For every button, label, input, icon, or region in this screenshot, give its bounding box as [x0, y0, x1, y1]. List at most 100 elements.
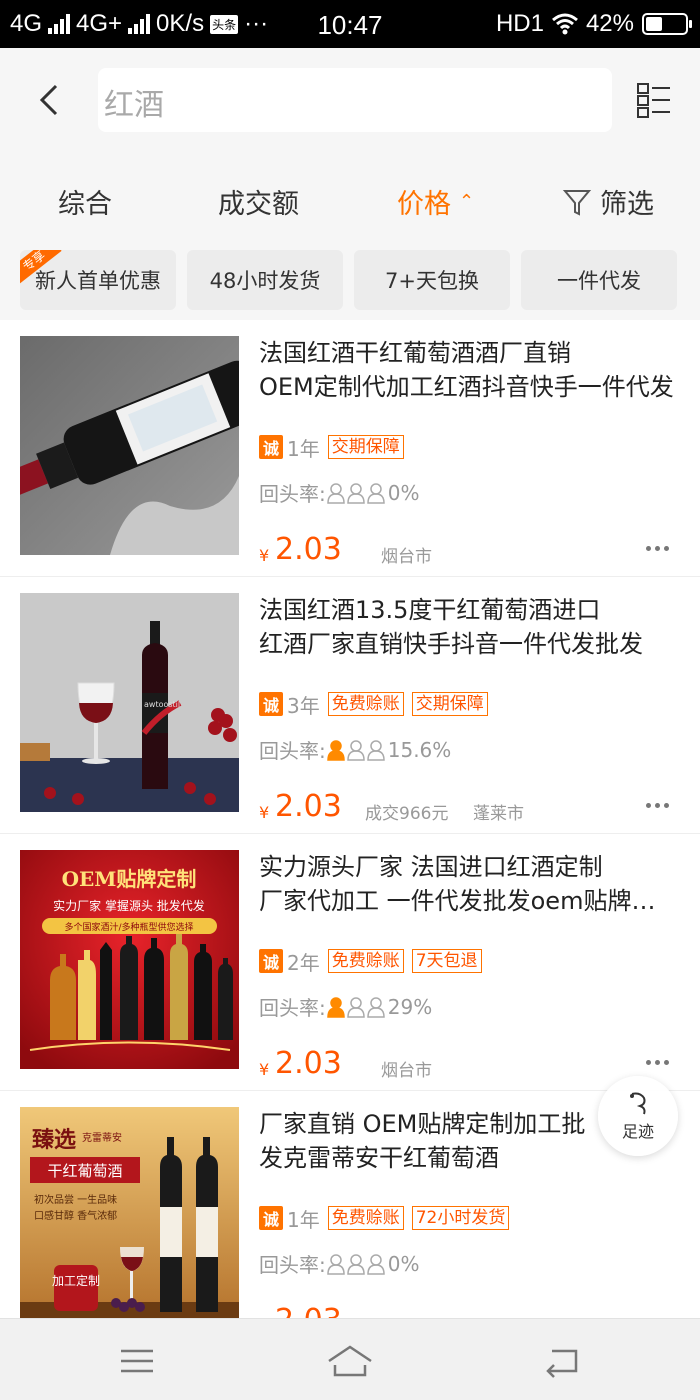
person-icon: [326, 1253, 345, 1275]
oem-banner-image: OEM贴牌定制 实力厂家 掌握源头 批发代发 多个国家酒汁/多种瓶型供您选择: [20, 850, 239, 1069]
promo-title: 臻选: [32, 1127, 76, 1153]
list-item[interactable]: 法国红酒干红葡萄酒酒厂直销 OEM定制代加工红酒抖音快手一件代发 诚 1年 交期…: [0, 320, 700, 577]
menu-icon[interactable]: [112, 1341, 162, 1381]
product-title[interactable]: 实力源头厂家 法国进口红酒定制 厂家代加工 一件代发批发oem贴牌定制: [259, 850, 679, 918]
chip-label: 新人首单优惠: [35, 269, 161, 293]
tab-filter[interactable]: 筛选: [562, 182, 654, 221]
banner-subtitle: 实力厂家 掌握源头 批发代发: [53, 898, 205, 913]
product-image[interactable]: OEM贴牌定制 实力厂家 掌握源头 批发代发 多个国家酒汁/多种瓶型供您选择: [20, 850, 239, 1069]
status-right: HD1 42%: [496, 10, 692, 38]
repeat-value: 29%: [387, 994, 433, 1019]
price: 2.03: [275, 1303, 342, 1318]
price: 2.03: [275, 1046, 342, 1081]
promo-line: 口感甘醇 香气浓郁: [34, 1209, 117, 1222]
service-tag: 7天包退: [411, 949, 482, 973]
person-icon: [366, 996, 385, 1018]
promo-subtitle: 干红葡萄酒: [47, 1162, 122, 1180]
repeat-people-icon: [326, 996, 386, 1018]
battery-icon: [642, 13, 692, 35]
repeat-label: 回头率:: [259, 996, 326, 1020]
product-image[interactable]: 臻选 克雷蒂安 干红葡萄酒 初次品尝 一生品味 口感甘醇 香气浓郁 加工定制: [20, 1107, 239, 1318]
status-bar: 4G 4G+ 0K/s 头条 ··· 10:47 HD1 42%: [0, 0, 700, 48]
return-icon[interactable]: [538, 1341, 588, 1381]
tab-price[interactable]: 价格 ⌃: [397, 182, 474, 221]
sort-tabs: 综合 成交额 价格 ⌃ 筛选: [0, 172, 700, 228]
list-item[interactable]: OEM贴牌定制 实力厂家 掌握源头 批发代发 多个国家酒汁/多种瓶型供您选择 实…: [0, 834, 700, 1091]
chip-label: 7+天包换: [385, 269, 479, 293]
repeat-label: 回头率:: [259, 1253, 326, 1277]
battery-percent: 42%: [585, 10, 634, 37]
product-image[interactable]: [20, 336, 239, 555]
repeat-value: 15.6%: [387, 737, 452, 762]
person-icon: [346, 996, 365, 1018]
service-tag: 免费赊账: [327, 1206, 404, 1230]
person-icon: [346, 1253, 365, 1275]
search-input[interactable]: 红酒: [98, 68, 612, 132]
chip-label: 一件代发: [557, 269, 641, 293]
integrity-badge: 诚: [259, 692, 283, 716]
title-line: 厂家代加工 一件代发批发oem贴牌定制: [259, 887, 679, 915]
more-icon[interactable]: [646, 803, 669, 808]
wifi-icon: [551, 13, 578, 35]
product-title[interactable]: 法国红酒干红葡萄酒酒厂直销 OEM定制代加工红酒抖音快手一件代发: [259, 336, 679, 404]
price-row: ¥ 2.03 烟台市: [259, 532, 679, 568]
repeat-people-icon: [326, 739, 386, 761]
search-header: 红酒 综合 成交额 价格 ⌃ 筛选 专享 新人首单优惠 48小时发货 7+天包换…: [0, 48, 700, 320]
tab-label: 成交额: [218, 189, 299, 220]
list-view-icon[interactable]: [636, 82, 672, 118]
banner-note: 多个国家酒汁/多种瓶型供您选择: [64, 921, 193, 933]
supplier-badges: 诚 1年 交期保障: [259, 434, 404, 461]
person-icon: [366, 1253, 385, 1275]
footprint-icon: [630, 1092, 646, 1115]
tab-transaction[interactable]: 成交额: [218, 182, 299, 221]
price: 2.03: [275, 532, 342, 567]
footprint-button[interactable]: 足迹: [598, 1076, 678, 1156]
tab-label: 价格: [397, 189, 451, 220]
person-icon: [366, 482, 385, 504]
tab-comprehensive[interactable]: 综合: [58, 182, 112, 221]
person-icon: [326, 996, 345, 1018]
service-tag: 免费赊账: [327, 949, 404, 973]
product-title[interactable]: 法国红酒13.5度干红葡萄酒进口 红酒厂家直销快手抖音一件代发批发: [259, 593, 679, 661]
repeat-people-icon: [326, 1253, 386, 1275]
location: 烟台市: [381, 1061, 432, 1081]
supplier-years: 1年: [287, 436, 320, 461]
title-line: 实力源头厂家 法国进口红酒定制: [259, 853, 603, 881]
repeat-value: 0%: [387, 480, 420, 505]
currency-symbol: ¥: [259, 546, 270, 565]
back-chevron-icon[interactable]: [28, 78, 72, 122]
currency-symbol: ¥: [259, 1060, 270, 1079]
supplier-years: 3年: [287, 693, 320, 718]
footprint-label: 足迹: [621, 1122, 654, 1141]
sort-up-icon: ⌃: [459, 191, 475, 212]
more-icon[interactable]: [646, 1060, 669, 1065]
person-icon: [326, 482, 345, 504]
list-item[interactable]: awtoostil 法国红酒13.5度干红葡萄酒进口 红酒厂家直销快手抖音一件代…: [0, 577, 700, 834]
wine-promo-image: 臻选 克雷蒂安 干红葡萄酒 初次品尝 一生品味 口感甘醇 香气浓郁 加工定制: [20, 1107, 239, 1318]
currency-symbol: ¥: [259, 803, 270, 822]
promo-line: 初次品尝 一生品味: [34, 1193, 117, 1206]
list-item[interactable]: 臻选 克雷蒂安 干红葡萄酒 初次品尝 一生品味 口感甘醇 香气浓郁 加工定制 厂…: [0, 1091, 700, 1318]
chip-7day-exchange[interactable]: 7+天包换: [354, 250, 510, 310]
price-row: ¥ 2.03 烟台市: [259, 1046, 679, 1082]
chip-dropship[interactable]: 一件代发: [521, 250, 677, 310]
repeat-value: 0%: [387, 1251, 420, 1276]
banner-title: OEM贴牌定制: [62, 867, 197, 891]
product-image[interactable]: awtoostil: [20, 593, 239, 812]
supplier-years: 1年: [287, 1207, 320, 1232]
chip-label: 48小时发货: [209, 269, 321, 293]
price-row: ¥ 2.03 成交966元 蓬莱市: [259, 789, 679, 825]
home-icon[interactable]: [325, 1341, 375, 1381]
more-icon[interactable]: [646, 546, 669, 551]
price-row: ¥ 2.03: [259, 1303, 679, 1318]
chip-new-user[interactable]: 专享 新人首单优惠: [20, 250, 176, 310]
deal-volume: 成交966元: [365, 804, 449, 824]
service-tag: 交期保障: [327, 435, 404, 459]
price: 2.03: [275, 789, 342, 824]
supplier-badges: 诚 1年 免费赊账 72小时发货: [259, 1205, 510, 1232]
promo-brand: 克雷蒂安: [82, 1131, 122, 1144]
chip-48h-ship[interactable]: 48小时发货: [187, 250, 343, 310]
supplier-badges: 诚 2年 免费赊账 7天包退: [259, 948, 482, 975]
integrity-badge: 诚: [259, 949, 283, 973]
repeat-rate: 回头率: 29%: [259, 992, 432, 1021]
